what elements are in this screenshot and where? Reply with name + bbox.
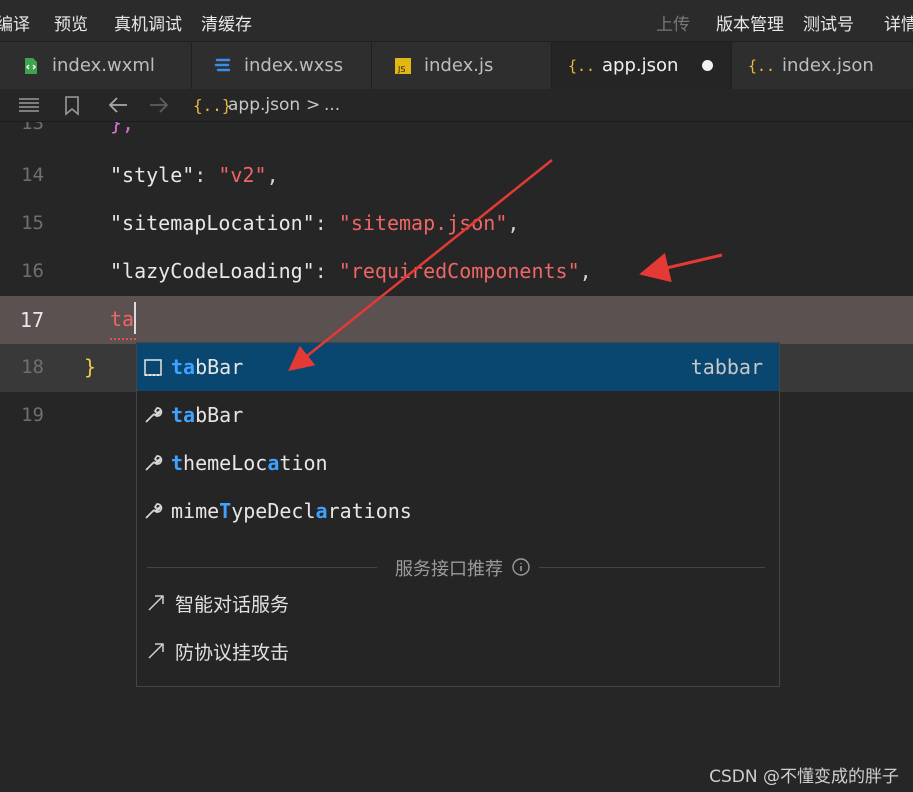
tab-label: index.wxml [52,55,155,76]
external-link-icon [145,592,167,614]
line-number: 13 [21,122,44,134]
line-number: 18 [21,356,44,378]
suggestion-label: tabBar [171,403,244,427]
breadcrumb-bar: {..} app.json > ... [0,89,913,122]
tab-label: app.json [602,55,679,76]
clear-cache-button[interactable]: 清缓存 [201,10,252,35]
js-file-icon: JS [394,57,412,75]
wrench-icon [142,452,164,474]
service-item[interactable]: 智能对话服务 [137,579,779,627]
json-value: "v2" [218,163,267,187]
current-code-line: 17 ta [0,296,913,344]
tab-index-js[interactable]: JS index.js [372,42,552,89]
line-number: 19 [21,404,44,426]
error-squiggle [110,335,136,340]
code-text: }, [110,122,135,135]
tab-label: index.js [424,55,494,76]
service-item[interactable]: 防协议挂攻击 [137,627,779,675]
json-file-icon: {..} [748,57,774,75]
bookmark-icon[interactable] [63,95,81,121]
watermark: CSDN @不懂变成的胖子 [709,767,899,787]
suggestion-label: mimeTypeDeclarations [171,499,412,523]
json-file-icon: {..} [568,57,594,75]
suggestion-item[interactable]: mimeTypeDeclarations [137,487,779,535]
snippet-icon [142,356,164,378]
breadcrumb-separator: > [306,95,321,115]
top-toolbar: 编译 预览 真机调试 清缓存 上传 版本管理 测试号 详情 [0,0,913,42]
code-line: 13 }, [0,122,913,152]
divider-label: 服务接口推荐 [395,559,503,580]
compile-button[interactable]: 编译 [0,10,30,35]
line-number: 14 [21,164,44,186]
preview-button[interactable]: 预览 [54,10,88,35]
suggestion-label: themeLocation [171,451,328,475]
info-icon[interactable] [511,557,531,581]
service-label: 防协议挂攻击 [175,641,290,664]
tab-index-wxss[interactable]: index.wxss [192,42,372,89]
suggestion-item[interactable]: tabBar tabbar [137,343,779,391]
unsaved-dot-icon[interactable] [702,60,713,71]
tab-label: index.json [782,55,874,76]
real-device-debug-button[interactable]: 真机调试 [114,10,182,35]
line-number: 16 [21,260,44,282]
suggestion-item[interactable]: tabBar [137,391,779,439]
tab-label: index.wxss [244,55,344,76]
json-value: "requiredComponents" [338,259,580,283]
suggestion-item[interactable]: themeLocation [137,439,779,487]
file-tab-bar: index.wxml index.wxss JS index.js {..} a… [0,42,913,89]
forward-arrow-icon[interactable] [148,95,170,119]
line-number: 17 [19,308,44,332]
external-link-icon [145,640,167,662]
wrench-icon [142,500,164,522]
version-management-button[interactable]: 版本管理 [716,10,784,35]
css-file-icon [214,57,232,75]
text-cursor [134,302,136,334]
code-line: 15 "sitemapLocation": "sitemap.json", [0,200,913,248]
code-text: "style": "v2", [110,163,279,187]
svg-text:{..}: {..} [748,57,774,75]
code-line: 16 "lazyCodeLoading": "requiredComponent… [0,248,913,296]
json-key: "lazyCodeLoading" [110,259,315,283]
typed-text: ta [110,307,135,331]
tab-app-json[interactable]: {..} app.json [552,42,732,89]
breadcrumb-rest[interactable]: ... [324,95,340,115]
back-arrow-icon[interactable] [107,95,129,119]
tab-index-wxml[interactable]: index.wxml [0,42,192,89]
wxml-file-icon [22,57,40,75]
line-number: 15 [21,212,44,234]
svg-text:{..}: {..} [568,57,594,75]
wrench-icon [142,404,164,426]
test-account-button[interactable]: 测试号 [803,10,854,35]
json-value: "sitemap.json" [338,211,508,235]
code-line: 14 "style": "v2", [0,152,913,200]
service-divider: 服务接口推荐 [147,555,765,581]
suggestion-detail: tabbar [690,355,763,379]
code-text: "sitemapLocation": "sitemap.json", [110,211,520,235]
code-text: "lazyCodeLoading": "requiredComponents", [110,259,592,283]
json-key: "style" [110,163,195,187]
json-file-icon: {..} [193,96,232,115]
service-label: 智能对话服务 [175,593,290,616]
outline-list-icon[interactable] [18,95,40,119]
tab-index-json[interactable]: {..} index.json [732,42,913,89]
svg-text:JS: JS [397,65,405,74]
details-button[interactable]: 详情 [884,10,913,35]
upload-button[interactable]: 上传 [656,10,690,35]
suggestion-label: tabBar [171,355,244,379]
breadcrumb-file[interactable]: app.json [228,95,300,115]
autocomplete-popup: tabBar tabbar tabBar themeLocation mimeT… [136,342,780,687]
json-key: "sitemapLocation" [110,211,315,235]
code-text: } [84,355,97,379]
